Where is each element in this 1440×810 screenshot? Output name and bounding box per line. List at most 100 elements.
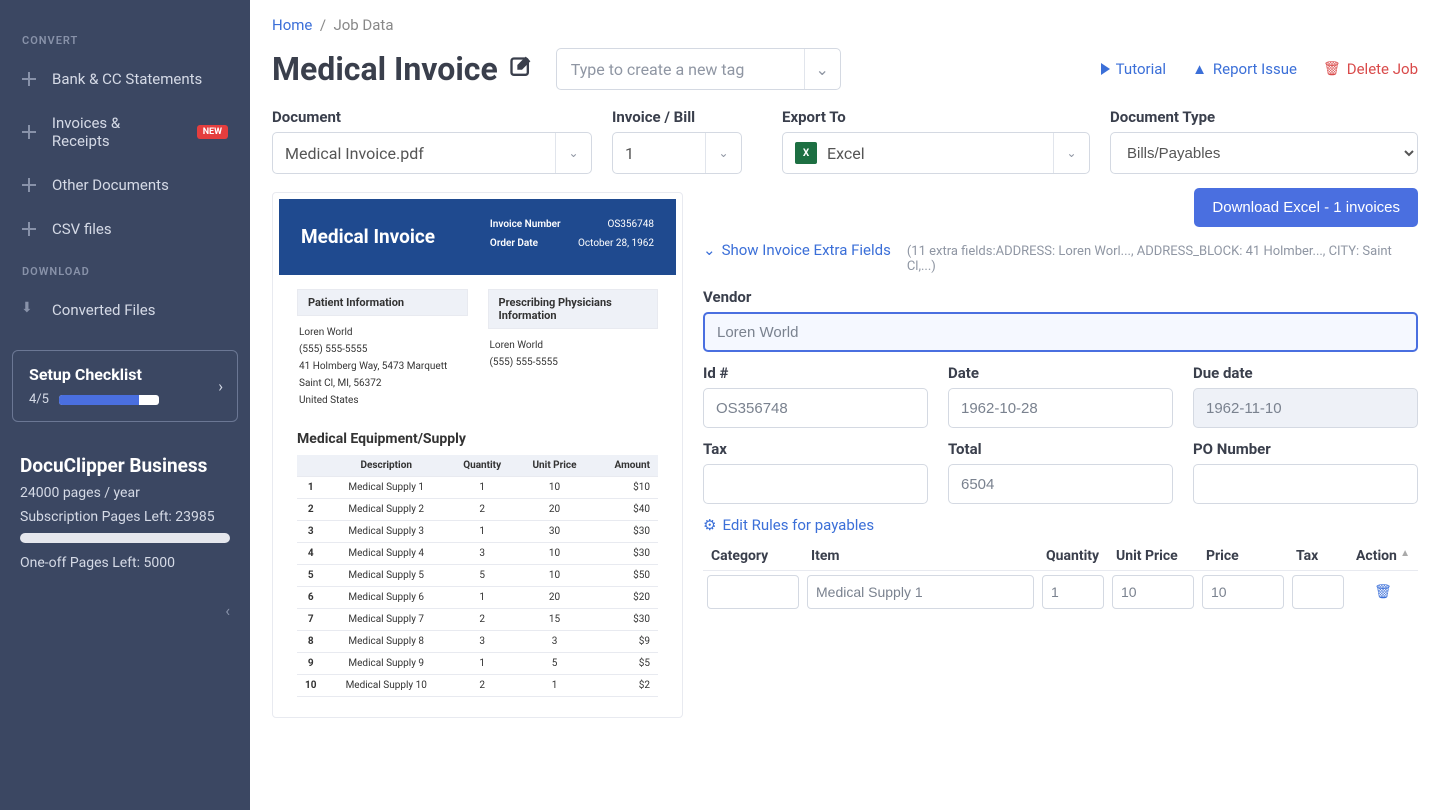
th-price: Price	[1198, 542, 1288, 571]
show-extra-fields-toggle[interactable]: ⌄ Show Invoice Extra Fields	[703, 241, 891, 259]
breadcrumbs: Home / Job Data	[272, 16, 1418, 34]
quota-bar	[20, 533, 230, 543]
preview-invnum-label: Invoice Number	[490, 219, 561, 230]
sidebar-item-converted[interactable]: Converted Files	[0, 288, 250, 332]
export-to-value: Excel	[827, 144, 865, 163]
chevron-down-icon: ⌄	[1053, 133, 1089, 173]
po-input[interactable]	[1193, 464, 1418, 504]
edit-icon[interactable]	[508, 55, 536, 83]
sidebar-item-bank[interactable]: Bank & CC Statements	[0, 57, 250, 101]
gear-icon: ⚙	[703, 516, 716, 534]
tax-input[interactable]	[703, 464, 928, 504]
tax-label: Tax	[703, 440, 928, 458]
th-desc: Description	[324, 455, 447, 477]
new-badge: NEW	[197, 125, 228, 139]
patient-addr1: 41 Holmberg Way, 5473 Marquett	[299, 358, 466, 375]
checklist-count: 4/5	[29, 392, 49, 407]
patient-phone: (555) 555-5555	[299, 341, 466, 358]
page-title-text: Medical Invoice	[272, 50, 498, 88]
sidebar-item-label: Bank & CC Statements	[52, 70, 202, 88]
sidebar-collapse[interactable]: ‹	[0, 593, 250, 634]
th-amount: Amount	[593, 455, 658, 477]
tag-select[interactable]: Type to create a new tag ⌄	[556, 48, 841, 90]
supply-row: 1Medical Supply 1110$10	[297, 477, 658, 499]
total-input[interactable]	[948, 464, 1173, 504]
sidebar-item-csv[interactable]: CSV files	[0, 207, 250, 251]
delete-label: Delete Job	[1347, 60, 1418, 78]
tutorial-label: Tutorial	[1116, 60, 1166, 78]
line-item-row: 🗑	[703, 571, 1418, 614]
report-issue-link[interactable]: ▲ Report Issue	[1192, 60, 1297, 78]
th-unit: Unit Price	[516, 455, 592, 477]
delete-job-link[interactable]: 🗑 Delete Job	[1323, 60, 1418, 78]
line-qty-input[interactable]	[1042, 575, 1104, 609]
physician-phone: (555) 555-5555	[490, 354, 657, 371]
breadcrumb-home[interactable]: Home	[272, 16, 312, 34]
download-icon	[22, 303, 36, 317]
edit-rules-link[interactable]: ⚙ Edit Rules for payables	[703, 516, 1418, 534]
document-preview: Medical Invoice Invoice Number OS356748 …	[272, 192, 683, 718]
play-icon	[1101, 63, 1110, 75]
invoice-bill-select[interactable]: 1 ⌄	[612, 132, 742, 174]
doc-type-label: Document Type	[1110, 108, 1418, 126]
invoice-bill-label: Invoice / Bill	[612, 108, 742, 126]
vendor-input[interactable]	[703, 312, 1418, 352]
tag-placeholder: Type to create a new tag	[557, 60, 804, 79]
extra-fields-hint: (11 extra fields:ADDRESS: Loren Worl...,…	[907, 244, 1418, 274]
line-tax-input[interactable]	[1292, 575, 1344, 609]
line-category-input[interactable]	[707, 575, 799, 609]
preview-orderdate: October 28, 1962	[578, 238, 654, 249]
line-unit-input[interactable]	[1112, 575, 1194, 609]
th-category: Category	[703, 542, 803, 571]
vendor-label: Vendor	[703, 288, 1418, 306]
plus-icon	[22, 178, 36, 192]
plan-pages-year: 24000 pages / year	[20, 485, 230, 501]
patient-name: Loren World	[299, 324, 466, 341]
line-item-input[interactable]	[807, 575, 1034, 609]
date-input[interactable]	[948, 388, 1173, 428]
physician-info-header: Prescribing Physicians Information	[488, 289, 659, 329]
plus-icon	[22, 72, 36, 86]
line-price-input[interactable]	[1202, 575, 1284, 609]
patient-info-header: Patient Information	[297, 289, 468, 316]
due-label: Due date	[1193, 364, 1418, 382]
supply-row: 10Medical Supply 1021$2	[297, 675, 658, 697]
plus-icon	[22, 222, 36, 236]
preview-invnum: OS356748	[607, 219, 654, 230]
supply-row: 9Medical Supply 915$5	[297, 653, 658, 675]
sidebar-item-label: Invoices & Receipts	[52, 114, 181, 150]
document-type-select[interactable]: Bills/Payables	[1110, 132, 1418, 174]
supply-row: 4Medical Supply 4310$30	[297, 543, 658, 565]
checklist-progress	[59, 395, 159, 405]
chevron-down-icon: ⌄	[705, 133, 741, 173]
th-unit-price: Unit Price	[1108, 542, 1198, 571]
sidebar: CONVERT Bank & CC Statements Invoices & …	[0, 0, 250, 810]
export-to-select[interactable]: X Excel ⌄	[782, 132, 1090, 174]
sidebar-item-other[interactable]: Other Documents	[0, 163, 250, 207]
th-item: Item	[803, 542, 1038, 571]
th-action[interactable]: Action▲	[1348, 542, 1418, 571]
patient-addr3: United States	[299, 392, 466, 409]
sidebar-section-download: DOWNLOAD	[0, 251, 250, 288]
sidebar-item-invoices[interactable]: Invoices & Receipts NEW	[0, 101, 250, 163]
chevron-down-icon: ⌄	[804, 49, 840, 89]
delete-line-button[interactable]: 🗑	[1348, 571, 1418, 614]
line-items-table: Category Item Quantity Unit Price Price …	[703, 542, 1418, 613]
supply-table: Description Quantity Unit Price Amount 1…	[297, 455, 658, 697]
plan-sub-left: Subscription Pages Left: 23985	[20, 509, 230, 525]
document-select[interactable]: Medical Invoice.pdf ⌄	[272, 132, 592, 174]
total-label: Total	[948, 440, 1173, 458]
th-qty: Quantity	[448, 455, 516, 477]
breadcrumb-current: Job Data	[333, 16, 393, 34]
download-excel-button[interactable]: Download Excel - 1 invoices	[1194, 188, 1418, 227]
po-label: PO Number	[1193, 440, 1418, 458]
document-select-value: Medical Invoice.pdf	[273, 144, 555, 163]
id-input[interactable]	[703, 388, 928, 428]
supply-row: 7Medical Supply 7215$30	[297, 609, 658, 631]
sidebar-item-label: Other Documents	[52, 176, 169, 194]
due-date-input[interactable]	[1193, 388, 1418, 428]
date-label: Date	[948, 364, 1173, 382]
setup-checklist[interactable]: Setup Checklist 4/5 ›	[12, 350, 238, 422]
main-content: Home / Job Data Medical Invoice Type to …	[250, 0, 1440, 810]
tutorial-link[interactable]: Tutorial	[1101, 60, 1166, 78]
